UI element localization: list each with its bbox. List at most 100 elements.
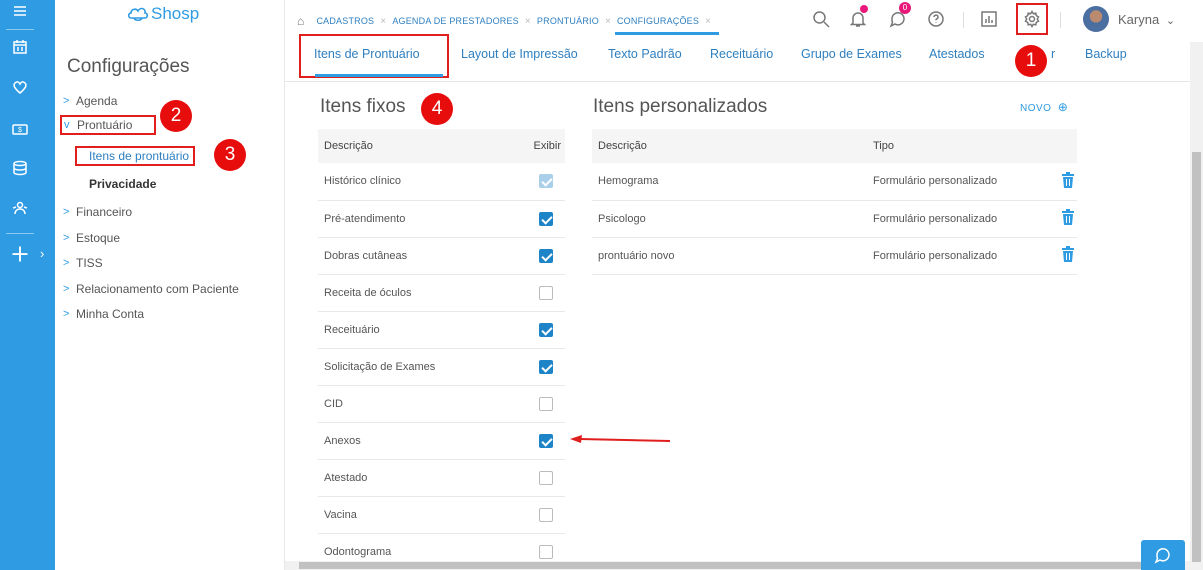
fixed-items-table: Descrição Exibir Histórico clínico Pré-at… bbox=[318, 129, 565, 561]
home-icon[interactable]: ⌂ bbox=[297, 14, 304, 28]
avatar[interactable] bbox=[1083, 6, 1109, 32]
sidebar-item-tiss[interactable]: > TISS bbox=[63, 256, 103, 270]
show-cell bbox=[515, 385, 565, 423]
show-cell bbox=[515, 274, 565, 312]
item-description: Vacina bbox=[318, 496, 515, 534]
bell-icon[interactable] bbox=[847, 5, 869, 30]
chat-icon bbox=[1154, 548, 1170, 564]
show-checkbox[interactable] bbox=[539, 507, 553, 522]
show-checkbox[interactable] bbox=[539, 544, 553, 559]
show-cell bbox=[515, 533, 565, 561]
vertical-scrollbar[interactable] bbox=[1190, 42, 1203, 570]
chevron-right-icon: > bbox=[63, 257, 70, 269]
tab-grupo-exames[interactable]: Grupo de Exames bbox=[801, 47, 902, 61]
menu-icon[interactable] bbox=[0, 0, 40, 22]
tab-texto-padrao[interactable]: Texto Padrão bbox=[608, 47, 682, 61]
column-header-description: Descrição bbox=[592, 129, 867, 163]
show-cell bbox=[515, 200, 565, 238]
custom-items-table: Descrição Tipo Hemograma Formulário perso… bbox=[592, 129, 1077, 275]
sidebar-item-agenda[interactable]: > Agenda bbox=[63, 94, 117, 108]
show-checkbox[interactable] bbox=[539, 211, 553, 226]
trash-icon[interactable] bbox=[1055, 163, 1077, 201]
user-menu[interactable]: Karyna ⌄ bbox=[1118, 12, 1175, 27]
calendar-icon[interactable] bbox=[0, 36, 40, 58]
divider bbox=[1060, 12, 1061, 28]
tab-atestados[interactable]: Atestados bbox=[929, 47, 985, 61]
item-type: Formulário personalizado bbox=[867, 163, 1055, 201]
sidebar-item-label: Minha Conta bbox=[76, 307, 145, 321]
message-icon[interactable]: 0 bbox=[887, 2, 911, 30]
users-icon[interactable] bbox=[0, 197, 40, 219]
breadcrumb-tab[interactable]: AGENDA DE PRESTADORES bbox=[392, 16, 519, 26]
sidebar-item-financeiro[interactable]: > Financeiro bbox=[63, 205, 132, 219]
chat-button[interactable] bbox=[1141, 540, 1185, 570]
tab-layout-impressao[interactable]: Layout de Impressão bbox=[461, 47, 578, 61]
close-tab-icon[interactable]: × bbox=[605, 16, 611, 27]
item-description: Odontograma bbox=[318, 533, 515, 561]
show-checkbox[interactable] bbox=[539, 248, 553, 263]
item-type: Formulário personalizado bbox=[867, 237, 1055, 275]
table-row: Solicitação de Exames bbox=[318, 348, 565, 386]
tab-itens-prontuario[interactable]: Itens de Prontuário bbox=[314, 47, 420, 61]
breadcrumb-tab[interactable]: PRONTUÁRIO bbox=[537, 16, 599, 26]
help-icon[interactable] bbox=[925, 8, 947, 30]
new-item-label: NOVO bbox=[1020, 103, 1052, 114]
item-description: Pré-atendimento bbox=[318, 200, 515, 238]
column-header-show: Exibir bbox=[515, 129, 565, 163]
notification-badge bbox=[860, 5, 868, 13]
close-tab-icon[interactable]: × bbox=[705, 16, 711, 27]
item-description: Psicologo bbox=[592, 200, 867, 238]
breadcrumb-tab[interactable]: CADASTROS bbox=[316, 16, 374, 26]
table-row: Pré-atendimento bbox=[318, 200, 565, 238]
annotation-marker: 1 bbox=[1015, 45, 1047, 77]
show-checkbox[interactable] bbox=[539, 470, 553, 485]
scrollbar-thumb[interactable] bbox=[299, 562, 1179, 569]
plus-icon[interactable] bbox=[0, 243, 40, 265]
chevron-right-icon: > bbox=[63, 308, 70, 320]
database-icon[interactable] bbox=[0, 157, 40, 179]
sidebar-item-estoque[interactable]: > Estoque bbox=[63, 231, 120, 245]
table-row: Odontograma bbox=[318, 533, 565, 561]
sidebar-item-label: Agenda bbox=[76, 94, 118, 108]
show-checkbox[interactable] bbox=[539, 359, 553, 374]
breadcrumb-tab-active[interactable]: CONFIGURAÇÕES bbox=[614, 16, 720, 35]
table-row: Receita de óculos bbox=[318, 274, 565, 312]
tab-backup[interactable]: Backup bbox=[1085, 47, 1127, 61]
sidebar-item-minha-conta[interactable]: > Minha Conta bbox=[63, 307, 144, 321]
fixed-items-title: Itens fixos bbox=[320, 96, 406, 117]
close-tab-icon[interactable]: × bbox=[525, 16, 531, 27]
show-checkbox[interactable] bbox=[539, 396, 553, 411]
sidebar-item-relacionamento[interactable]: > Relacionamento com Paciente bbox=[63, 282, 239, 296]
expand-rail-icon[interactable]: › bbox=[40, 246, 44, 261]
new-item-button[interactable]: NOVO ⊕ bbox=[1020, 100, 1068, 114]
show-checkbox[interactable] bbox=[539, 322, 553, 337]
scrollbar-thumb[interactable] bbox=[1192, 152, 1201, 562]
tab-receituario[interactable]: Receituário bbox=[710, 47, 773, 61]
show-cell bbox=[515, 237, 565, 275]
heart-icon[interactable] bbox=[0, 76, 40, 98]
tab-partial[interactable]: r bbox=[1051, 47, 1055, 61]
table-row: Histórico clínico bbox=[318, 163, 565, 201]
settings-gear-icon[interactable] bbox=[1016, 3, 1048, 35]
show-checkbox[interactable] bbox=[539, 433, 553, 448]
close-tab-icon[interactable]: × bbox=[380, 16, 386, 27]
svg-text:$: $ bbox=[18, 127, 22, 134]
sidebar-subitem-privacidade[interactable]: Privacidade bbox=[89, 177, 156, 191]
breadcrumb: ⌂ CADASTROS × AGENDA DE PRESTADORES × PRON… bbox=[297, 14, 720, 35]
settings-sidebar: Shosp Configurações > Agenda v Prontuári… bbox=[55, 0, 285, 570]
search-icon[interactable] bbox=[810, 8, 832, 30]
table-row[interactable]: prontuário novo Formulário personalizado bbox=[592, 237, 1077, 275]
app-logo[interactable]: Shosp bbox=[127, 4, 199, 24]
show-checkbox[interactable] bbox=[539, 285, 553, 300]
money-icon[interactable]: $ bbox=[0, 118, 40, 140]
horizontal-scrollbar[interactable] bbox=[285, 561, 1190, 570]
reports-icon[interactable] bbox=[978, 8, 1000, 30]
table-row[interactable]: Hemograma Formulário personalizado bbox=[592, 163, 1077, 201]
trash-icon[interactable] bbox=[1055, 237, 1077, 275]
sidebar-item-prontuario[interactable]: v Prontuário bbox=[60, 115, 157, 135]
trash-icon[interactable] bbox=[1055, 200, 1077, 238]
sidebar-subitem-itens-prontuario[interactable]: Itens de prontuário bbox=[75, 146, 196, 166]
table-row[interactable]: Psicologo Formulário personalizado bbox=[592, 200, 1077, 238]
column-header-type: Tipo bbox=[867, 129, 1055, 163]
sidebar-item-label: Relacionamento com Paciente bbox=[76, 282, 239, 296]
